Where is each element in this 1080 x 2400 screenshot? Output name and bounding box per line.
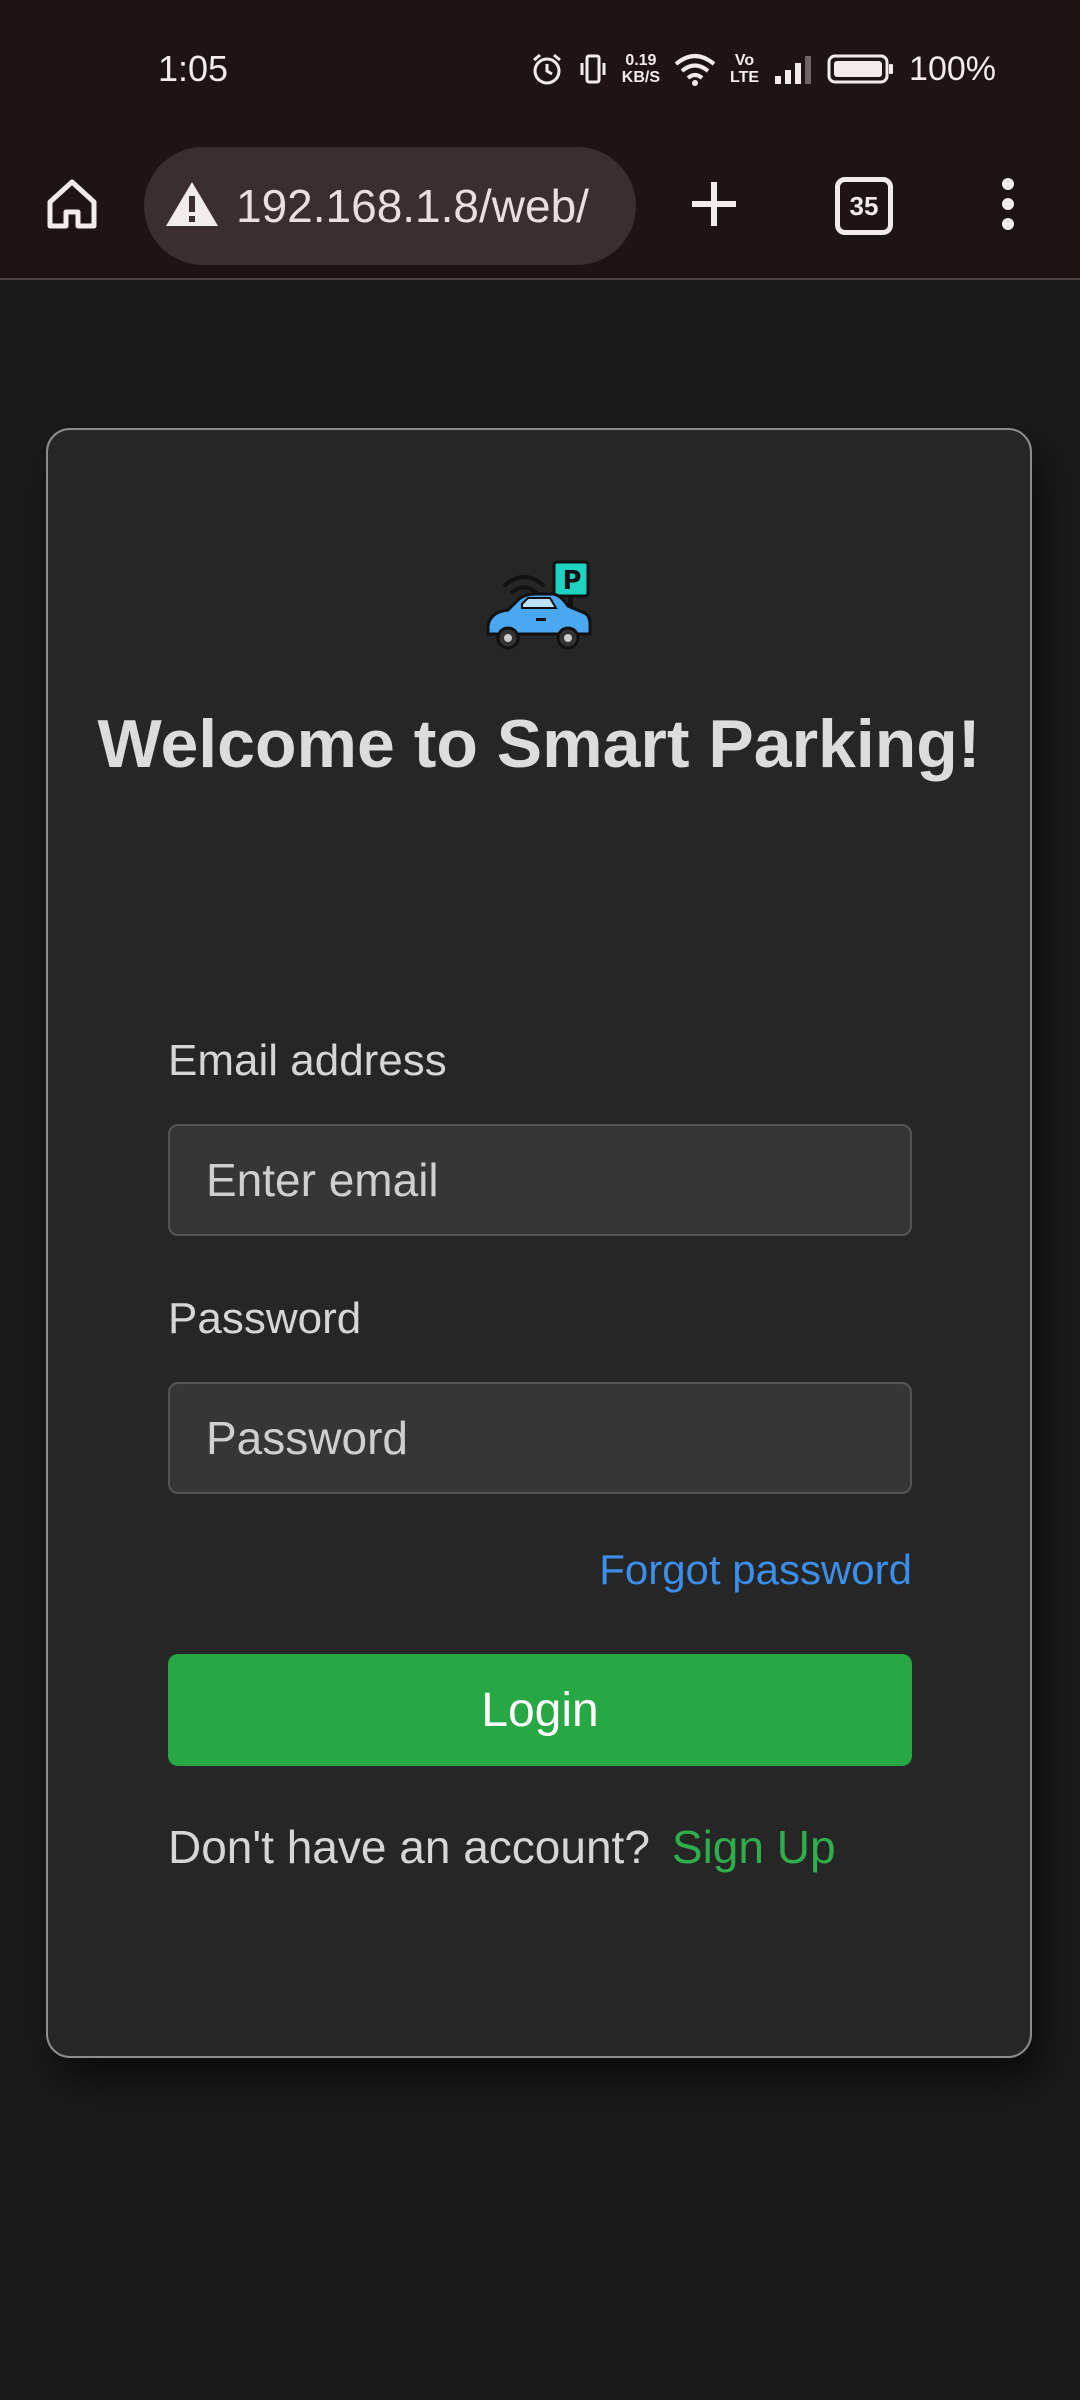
login-form: P Welcome to Smart Parking! Email addres… bbox=[46, 428, 1032, 2058]
tab-count: 35 bbox=[835, 177, 893, 235]
volte-indicator: Vo LTE bbox=[730, 52, 759, 86]
password-field[interactable] bbox=[168, 1382, 912, 1494]
signal-icon bbox=[773, 52, 813, 86]
net-speed-unit: KB/S bbox=[621, 69, 660, 86]
login-button[interactable]: Login bbox=[168, 1654, 912, 1766]
status-time: 1:05 bbox=[158, 48, 229, 89]
new-tab-button[interactable] bbox=[672, 134, 756, 278]
plus-icon bbox=[686, 176, 742, 237]
home-icon bbox=[42, 174, 102, 239]
sign-up-link[interactable]: Sign Up bbox=[672, 1821, 836, 1873]
home-button[interactable] bbox=[30, 134, 114, 278]
status-bar: 1:05 0.19 KB/S Vo LTE 100% bbox=[0, 0, 1080, 134]
password-label: Password bbox=[168, 1294, 362, 1343]
volte-bottom-text: LTE bbox=[730, 69, 760, 86]
vibrate-icon bbox=[578, 52, 608, 86]
email-field[interactable] bbox=[168, 1124, 912, 1236]
smart-parking-logo: P bbox=[480, 560, 598, 661]
parking-sign-letter: P bbox=[562, 566, 582, 596]
warning-icon bbox=[164, 179, 220, 234]
address-bar[interactable]: 192.168.1.8/web/ bbox=[144, 147, 636, 265]
email-label: Email address bbox=[168, 1036, 447, 1085]
url-text: 192.168.1.8/web/ bbox=[236, 180, 589, 232]
net-speed-value: 0.19 bbox=[625, 52, 657, 69]
more-vert-icon bbox=[998, 176, 1018, 237]
wifi-icon bbox=[674, 52, 716, 86]
battery-icon bbox=[827, 52, 895, 86]
browser-toolbar: 192.168.1.8/web/ 35 bbox=[0, 134, 1080, 280]
status-icons: 0.19 KB/S Vo LTE 100% bbox=[530, 46, 996, 92]
no-account-text: Don't have an account? bbox=[168, 1821, 650, 1873]
tab-switcher-button[interactable]: 35 bbox=[824, 134, 904, 278]
signup-row: Don't have an account? Sign Up bbox=[168, 1820, 836, 1874]
net-speed: 0.19 KB/S bbox=[622, 52, 660, 86]
alarm-icon bbox=[530, 52, 564, 86]
menu-button[interactable] bbox=[980, 134, 1036, 278]
volte-top-text: Vo bbox=[734, 52, 755, 69]
battery-percent: 100% bbox=[909, 49, 996, 88]
page-title: Welcome to Smart Parking! bbox=[97, 706, 981, 782]
forgot-password-link[interactable]: Forgot password bbox=[599, 1546, 912, 1594]
